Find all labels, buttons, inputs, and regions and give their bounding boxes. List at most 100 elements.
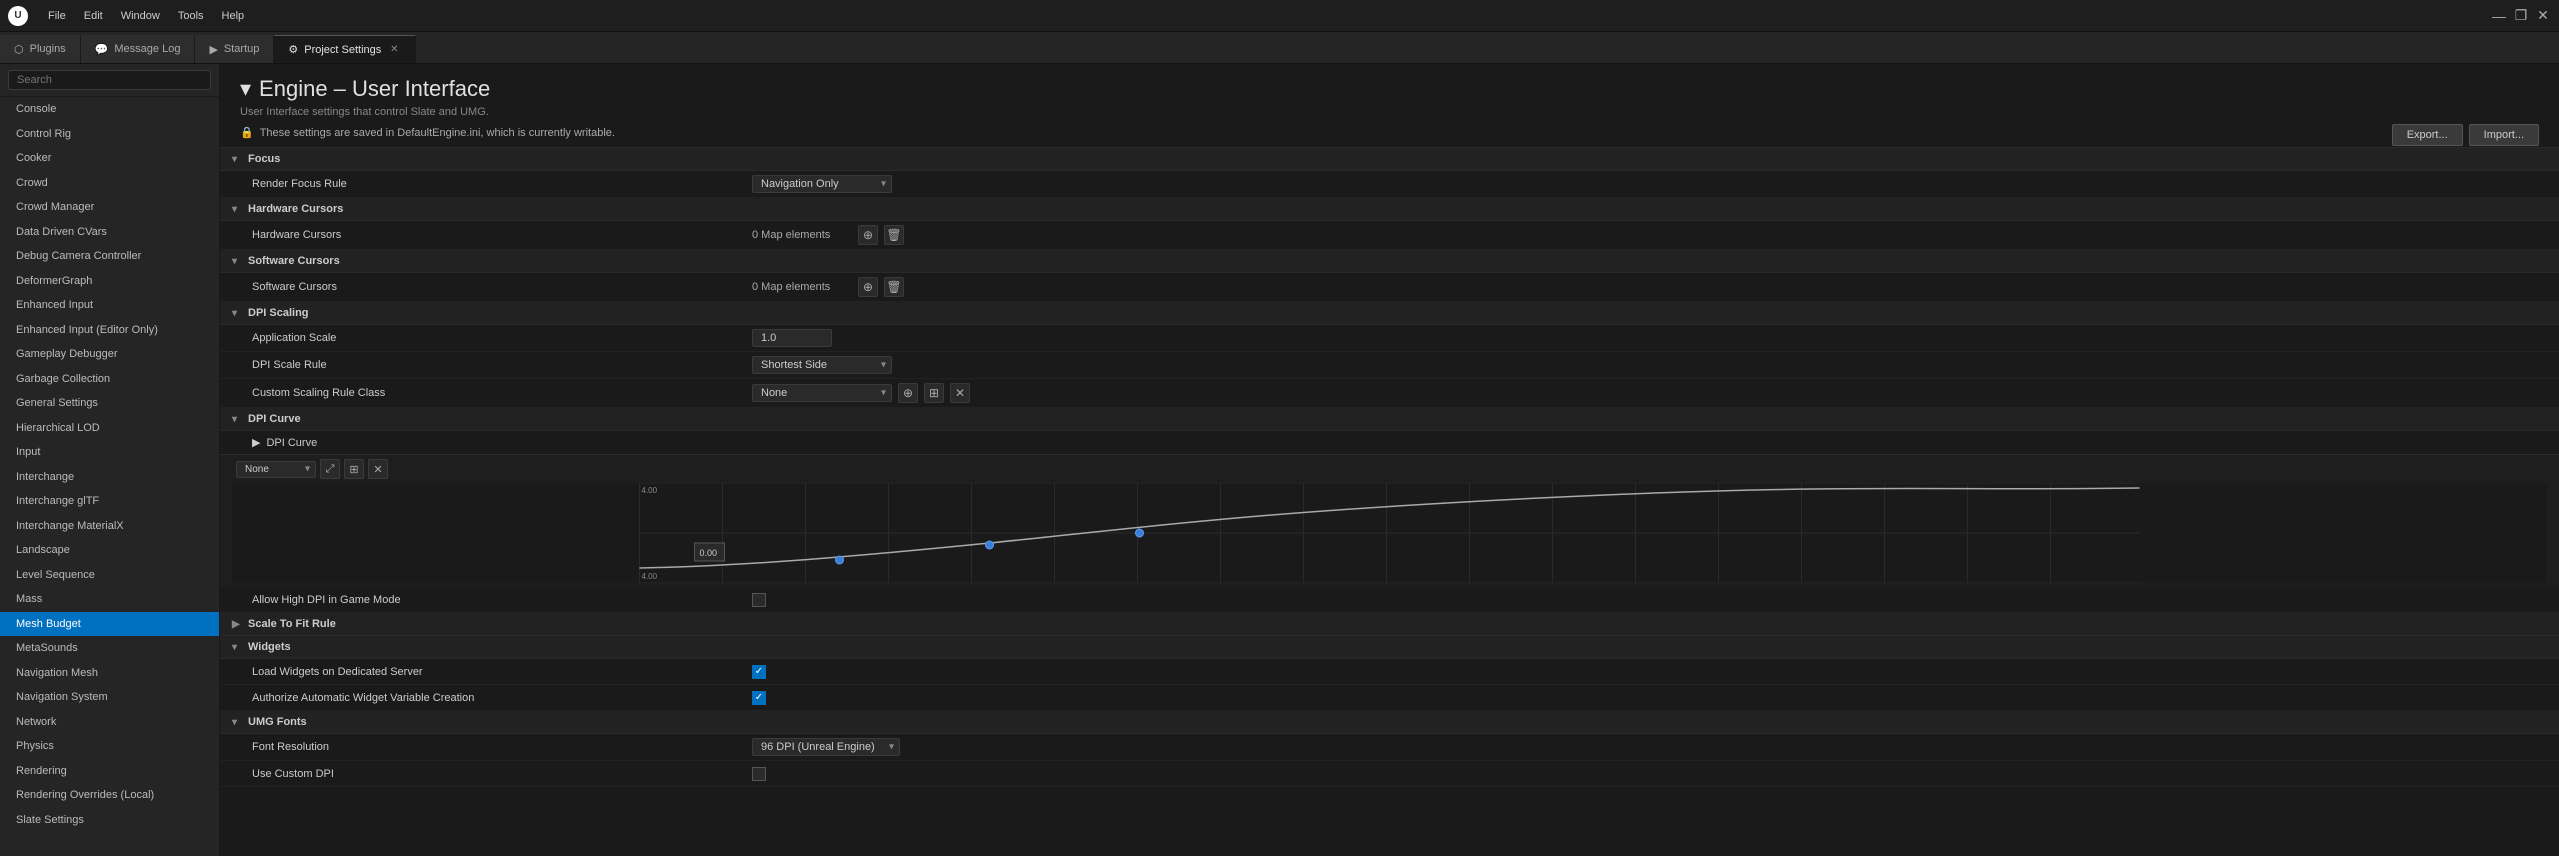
search-input[interactable] <box>8 70 211 90</box>
sidebar-item-18[interactable]: Landscape <box>0 538 219 563</box>
sidebar-item-25[interactable]: Network <box>0 710 219 735</box>
section-header-umg-fonts[interactable]: ▾ UMG Fonts <box>220 711 2559 734</box>
import-button[interactable]: Import... <box>2469 124 2539 146</box>
sidebar-item-13[interactable]: Hierarchical LOD <box>0 416 219 441</box>
chevron-icon: ▾ <box>232 204 242 215</box>
setting-value-hardware-cursors-map: 0 Map elements⊕🗑 <box>752 225 2547 245</box>
dropdown-font-resolution[interactable]: 96 DPI (Unreal Engine)72 DPICustom <box>752 738 900 756</box>
sidebar-item-20[interactable]: Mass <box>0 587 219 612</box>
export-button[interactable]: Export... <box>2392 124 2463 146</box>
sidebar-item-11[interactable]: Garbage Collection <box>0 367 219 392</box>
map-btn-0-hardware-cursors-map[interactable]: ⊕ <box>858 225 878 245</box>
action-btn-2-custom-scaling-rule-class[interactable]: ✕ <box>950 383 970 403</box>
sidebar-item-5[interactable]: Data Driven CVars <box>0 220 219 245</box>
sidebar-item-22[interactable]: MetaSounds <box>0 636 219 661</box>
svg-text:0.00: 0.00 <box>700 548 718 558</box>
sidebar-item-14[interactable]: Input <box>0 440 219 465</box>
sidebar-item-8[interactable]: Enhanced Input <box>0 293 219 318</box>
menu-help[interactable]: Help <box>214 8 253 24</box>
tab-close-icon[interactable]: ✕ <box>387 43 401 57</box>
sidebar-item-1[interactable]: Control Rig <box>0 122 219 147</box>
dropdown-dpi-scale-rule[interactable]: Shortest SideLongest SideHorizontalVerti… <box>752 356 892 374</box>
dropdown-render-focus-rule[interactable]: Navigation OnlyAlwaysNeverNon-Pointer <box>752 175 892 193</box>
sidebar-item-28[interactable]: Rendering Overrides (Local) <box>0 783 219 808</box>
map-btn-1-software-cursors-map[interactable]: 🗑 <box>884 277 904 297</box>
dpi-curve-header[interactable]: ▶ DPI Curve <box>220 431 2559 455</box>
maximize-button[interactable]: ❐ <box>2513 8 2529 24</box>
close-button[interactable]: ✕ <box>2535 8 2551 24</box>
writable-notice: 🔒 These settings are saved in DefaultEng… <box>240 126 2539 139</box>
map-btn-1-hardware-cursors-map[interactable]: 🗑 <box>884 225 904 245</box>
action-btn-0-custom-scaling-rule-class[interactable]: ⊕ <box>898 383 918 403</box>
sidebar-item-16[interactable]: Interchange glTF <box>0 489 219 514</box>
sidebar-item-7[interactable]: DeformerGraph <box>0 269 219 294</box>
section-label-software-cursors: Software Cursors <box>248 255 340 267</box>
sidebar-item-26[interactable]: Physics <box>0 734 219 759</box>
curve-fit-btn[interactable]: ⤢ <box>320 459 340 479</box>
sidebar-item-4[interactable]: Crowd Manager <box>0 195 219 220</box>
setting-value-render-focus-rule: Navigation OnlyAlwaysNeverNon-Pointer <box>752 175 2547 193</box>
section-header-software-cursors[interactable]: ▾ Software Cursors <box>220 250 2559 273</box>
setting-label-render-focus-rule: Render Focus Rule <box>252 178 752 190</box>
svg-text:4.00: 4.00 <box>642 572 658 581</box>
sidebar-item-6[interactable]: Debug Camera Controller <box>0 244 219 269</box>
setting-value-load-widgets-dedicated <box>752 665 2547 679</box>
sidebar-item-23[interactable]: Navigation Mesh <box>0 661 219 686</box>
dpi-curve-chart[interactable]: 4.00 4.00 0.00 <box>232 483 2547 583</box>
curve-clear-btn[interactable]: ✕ <box>368 459 388 479</box>
menu-file[interactable]: File <box>40 8 74 24</box>
tab-message-log[interactable]: 💬 Message Log <box>81 35 196 63</box>
section-header-hardware-cursors[interactable]: ▾ Hardware Cursors <box>220 198 2559 221</box>
sidebar-item-0[interactable]: Console <box>0 97 219 122</box>
minimize-button[interactable]: — <box>2491 8 2507 24</box>
setting-label-application-scale: Application Scale <box>252 332 752 344</box>
section-header-dpi-curve[interactable]: ▾ DPI Curve <box>220 408 2559 431</box>
sidebar-item-12[interactable]: General Settings <box>0 391 219 416</box>
menu-tools[interactable]: Tools <box>170 8 212 24</box>
setting-label-load-widgets-dedicated: Load Widgets on Dedicated Server <box>252 666 752 678</box>
menu-edit[interactable]: Edit <box>76 8 111 24</box>
sidebar-item-21[interactable]: Mesh Budget <box>0 612 219 637</box>
section-arrow: ▾ <box>240 76 251 102</box>
section-header-dpi-scaling[interactable]: ▾ DPI Scaling <box>220 302 2559 325</box>
sidebar-item-24[interactable]: Navigation System <box>0 685 219 710</box>
setting-row-software-cursors-map: Software Cursors0 Map elements⊕🗑 <box>220 273 2559 302</box>
sidebar-item-10[interactable]: Gameplay Debugger <box>0 342 219 367</box>
page-title: ▾ Engine – User Interface <box>240 76 2539 102</box>
app-logo: U <box>8 6 28 26</box>
checkbox-allow-high-dpi[interactable] <box>752 593 766 607</box>
action-btn-1-custom-scaling-rule-class[interactable]: ⊞ <box>924 383 944 403</box>
chevron-icon: ▾ <box>232 256 242 267</box>
sidebar-item-2[interactable]: Cooker <box>0 146 219 171</box>
checkbox-load-widgets-dedicated[interactable] <box>752 665 766 679</box>
sidebar-item-29[interactable]: Slate Settings <box>0 808 219 833</box>
sidebar-item-17[interactable]: Interchange MaterialX <box>0 514 219 539</box>
section-header-focus[interactable]: ▾ Focus <box>220 148 2559 171</box>
sidebar-item-15[interactable]: Interchange <box>0 465 219 490</box>
curve-copy-btn[interactable]: ⊞ <box>344 459 364 479</box>
tab-project-settings[interactable]: ⚙ Project Settings ✕ <box>274 35 416 63</box>
setting-value-authorize-automatic-widget <box>752 691 2547 705</box>
section-header-scale-to-fit[interactable]: ▶ Scale To Fit Rule <box>220 613 2559 636</box>
tab-plugins[interactable]: ⬡ Plugins <box>0 35 81 63</box>
setting-label-font-resolution: Font Resolution <box>252 741 752 753</box>
section-label-hardware-cursors: Hardware Cursors <box>248 203 343 215</box>
number-input-application-scale[interactable] <box>752 329 832 347</box>
map-btn-0-software-cursors-map[interactable]: ⊕ <box>858 277 878 297</box>
content-area: ▾ Engine – User Interface User Interface… <box>220 64 2559 856</box>
tabs-bar: ⬡ Plugins 💬 Message Log ▶ Startup ⚙ Proj… <box>0 32 2559 64</box>
checkbox-authorize-automatic-widget[interactable] <box>752 691 766 705</box>
section-umg-fonts: ▾ UMG Fonts Font Resolution96 DPI (Unreal… <box>220 711 2559 787</box>
section-header-widgets[interactable]: ▾ Widgets <box>220 636 2559 659</box>
tab-startup[interactable]: ▶ Startup <box>195 35 274 63</box>
sidebar-item-27[interactable]: Rendering <box>0 759 219 784</box>
sidebar-item-19[interactable]: Level Sequence <box>0 563 219 588</box>
custom-scaling-dropdown[interactable]: None <box>236 461 316 478</box>
checkbox-use-custom-dpi[interactable] <box>752 767 766 781</box>
plugins-icon: ⬡ <box>14 43 24 56</box>
sidebar-item-9[interactable]: Enhanced Input (Editor Only) <box>0 318 219 343</box>
setting-row-allow-high-dpi: Allow High DPI in Game Mode <box>220 587 2559 613</box>
menu-window[interactable]: Window <box>113 8 168 24</box>
dropdown-custom-scaling-rule-class[interactable]: None <box>752 384 892 402</box>
sidebar-item-3[interactable]: Crowd <box>0 171 219 196</box>
